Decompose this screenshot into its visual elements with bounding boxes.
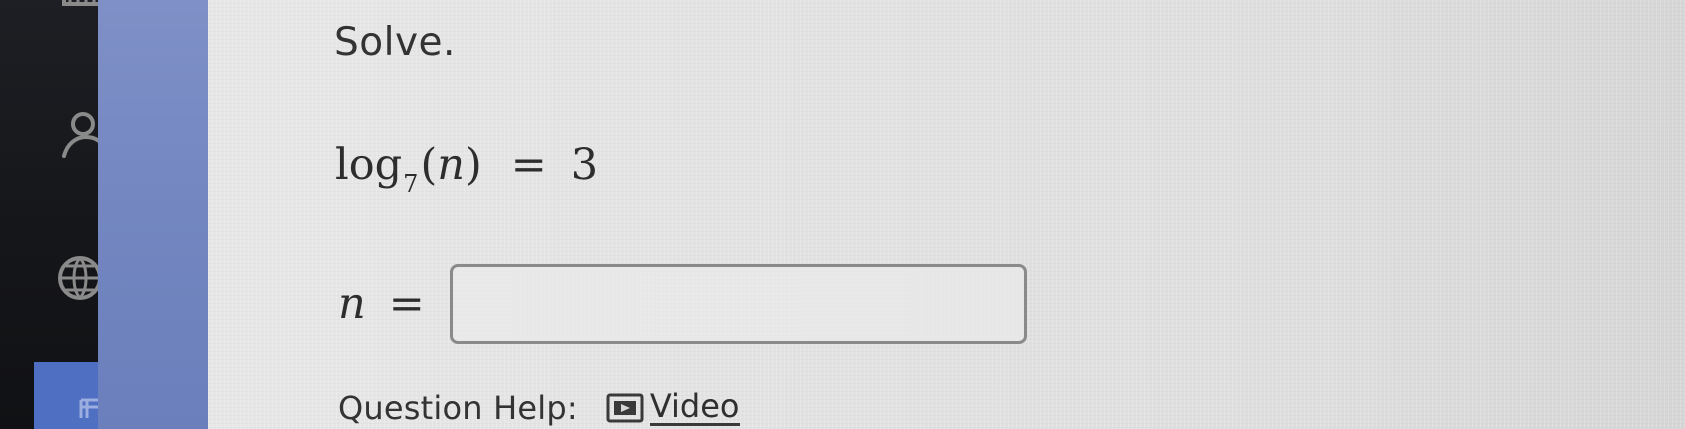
equation-variable: n xyxy=(437,140,465,190)
left-navigation-rail xyxy=(0,0,108,429)
video-help-link[interactable]: Video xyxy=(606,390,740,426)
log-base: 7 xyxy=(403,170,419,198)
question-prompt: Solve. xyxy=(334,20,456,65)
answer-input[interactable] xyxy=(449,264,1027,344)
answer-row: n = xyxy=(338,264,1027,344)
equation-result: 3 xyxy=(570,140,599,190)
equals-sign: = xyxy=(510,140,547,190)
answer-equals-sign: = xyxy=(388,279,425,329)
logarithmic-equation: log 7 ( n ) = 3 xyxy=(335,140,599,198)
question-help-row: Question Help: Video xyxy=(338,389,740,427)
video-link-label: Video xyxy=(649,387,740,426)
log-function: log xyxy=(335,140,403,190)
screen: Solve. log 7 ( n ) = 3 n = Question Help… xyxy=(0,0,1685,429)
question-help-label: Question Help: xyxy=(338,389,578,427)
blue-sidebar-strip xyxy=(98,0,208,429)
left-parenthesis: ( xyxy=(420,140,438,190)
right-parenthesis: ) xyxy=(464,140,482,190)
video-play-icon xyxy=(606,393,644,423)
active-navigation-tab[interactable] xyxy=(34,362,108,429)
answer-variable: n xyxy=(338,279,366,329)
